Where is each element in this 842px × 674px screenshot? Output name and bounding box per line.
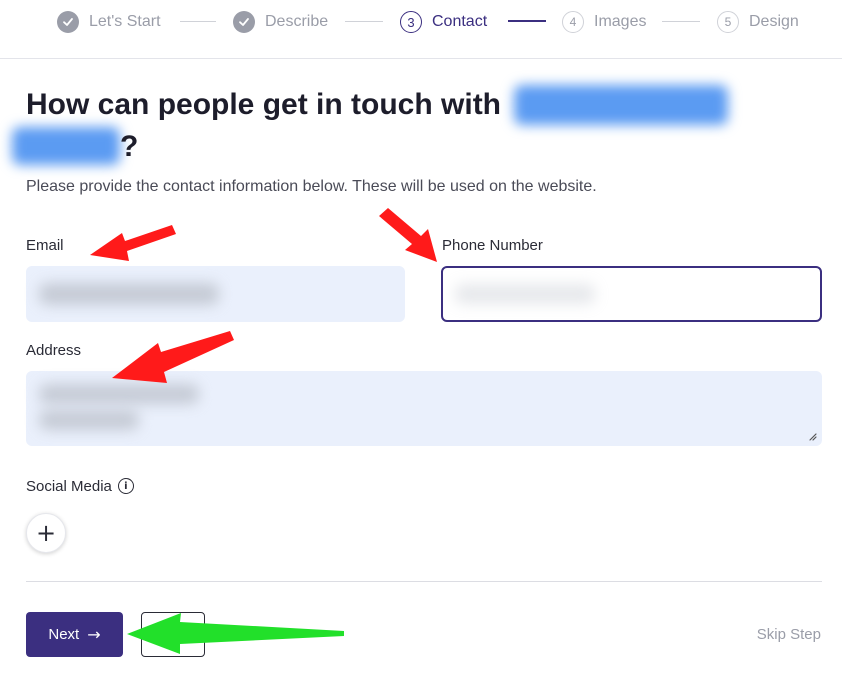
- check-icon: [57, 11, 79, 33]
- email-field[interactable]: [26, 266, 405, 322]
- redacted-business-name: [514, 85, 728, 125]
- redacted-phone-value: [455, 284, 595, 304]
- annotation-arrow-icon: [379, 208, 437, 262]
- add-social-media-button[interactable]: +: [26, 513, 66, 553]
- social-media-label: Social Media i: [26, 478, 134, 495]
- email-label: Email: [26, 237, 64, 254]
- page-subtitle: Please provide the contact information b…: [26, 178, 597, 195]
- step-describe[interactable]: Describe: [233, 10, 328, 34]
- back-button[interactable]: [141, 612, 205, 657]
- step-design[interactable]: 5 Design: [717, 10, 799, 34]
- next-button-label: Next: [48, 626, 80, 643]
- phone-number-field[interactable]: [441, 266, 822, 322]
- social-media-label-text: Social Media: [26, 478, 112, 495]
- resize-grip-icon[interactable]: [807, 431, 817, 441]
- redacted-business-name: [12, 127, 120, 165]
- step-label: Describe: [265, 13, 329, 30]
- title-question-mark: ?: [120, 130, 139, 163]
- step-images[interactable]: 4 Images: [562, 10, 646, 34]
- progress-stepper: Let's Start Describe 3 Contact 4 Images …: [0, 0, 842, 59]
- next-button[interactable]: Next →: [26, 612, 123, 657]
- address-label: Address: [26, 342, 82, 359]
- step-label: Let's Start: [89, 13, 161, 30]
- info-icon[interactable]: i: [117, 478, 134, 495]
- footer-divider: [26, 581, 822, 582]
- step-label: Images: [594, 13, 647, 30]
- step-contact[interactable]: 3 Contact: [400, 10, 487, 34]
- step-lets-start[interactable]: Let's Start: [57, 10, 161, 34]
- address-textarea[interactable]: [26, 371, 822, 446]
- step-connector: [345, 21, 383, 22]
- arrow-right-icon: →: [87, 625, 101, 644]
- step-label: Contact: [432, 13, 488, 30]
- check-icon: [233, 11, 255, 33]
- step-label: Design: [749, 13, 799, 30]
- step-number: 5: [717, 11, 739, 33]
- step-number: 4: [562, 11, 584, 33]
- redacted-address-line: [39, 410, 139, 430]
- step-connector: [508, 20, 546, 22]
- step-connector: [662, 21, 700, 22]
- skip-step-link[interactable]: Skip Step: [757, 626, 821, 643]
- phone-label: Phone Number: [442, 237, 543, 254]
- step-number: 3: [400, 11, 422, 33]
- step-connector: [180, 21, 216, 22]
- title-line-1: How can people get in touch with: [26, 88, 502, 121]
- annotation-arrow-icon: [90, 225, 176, 261]
- redacted-address-line: [39, 384, 199, 404]
- redacted-email-value: [39, 283, 219, 305]
